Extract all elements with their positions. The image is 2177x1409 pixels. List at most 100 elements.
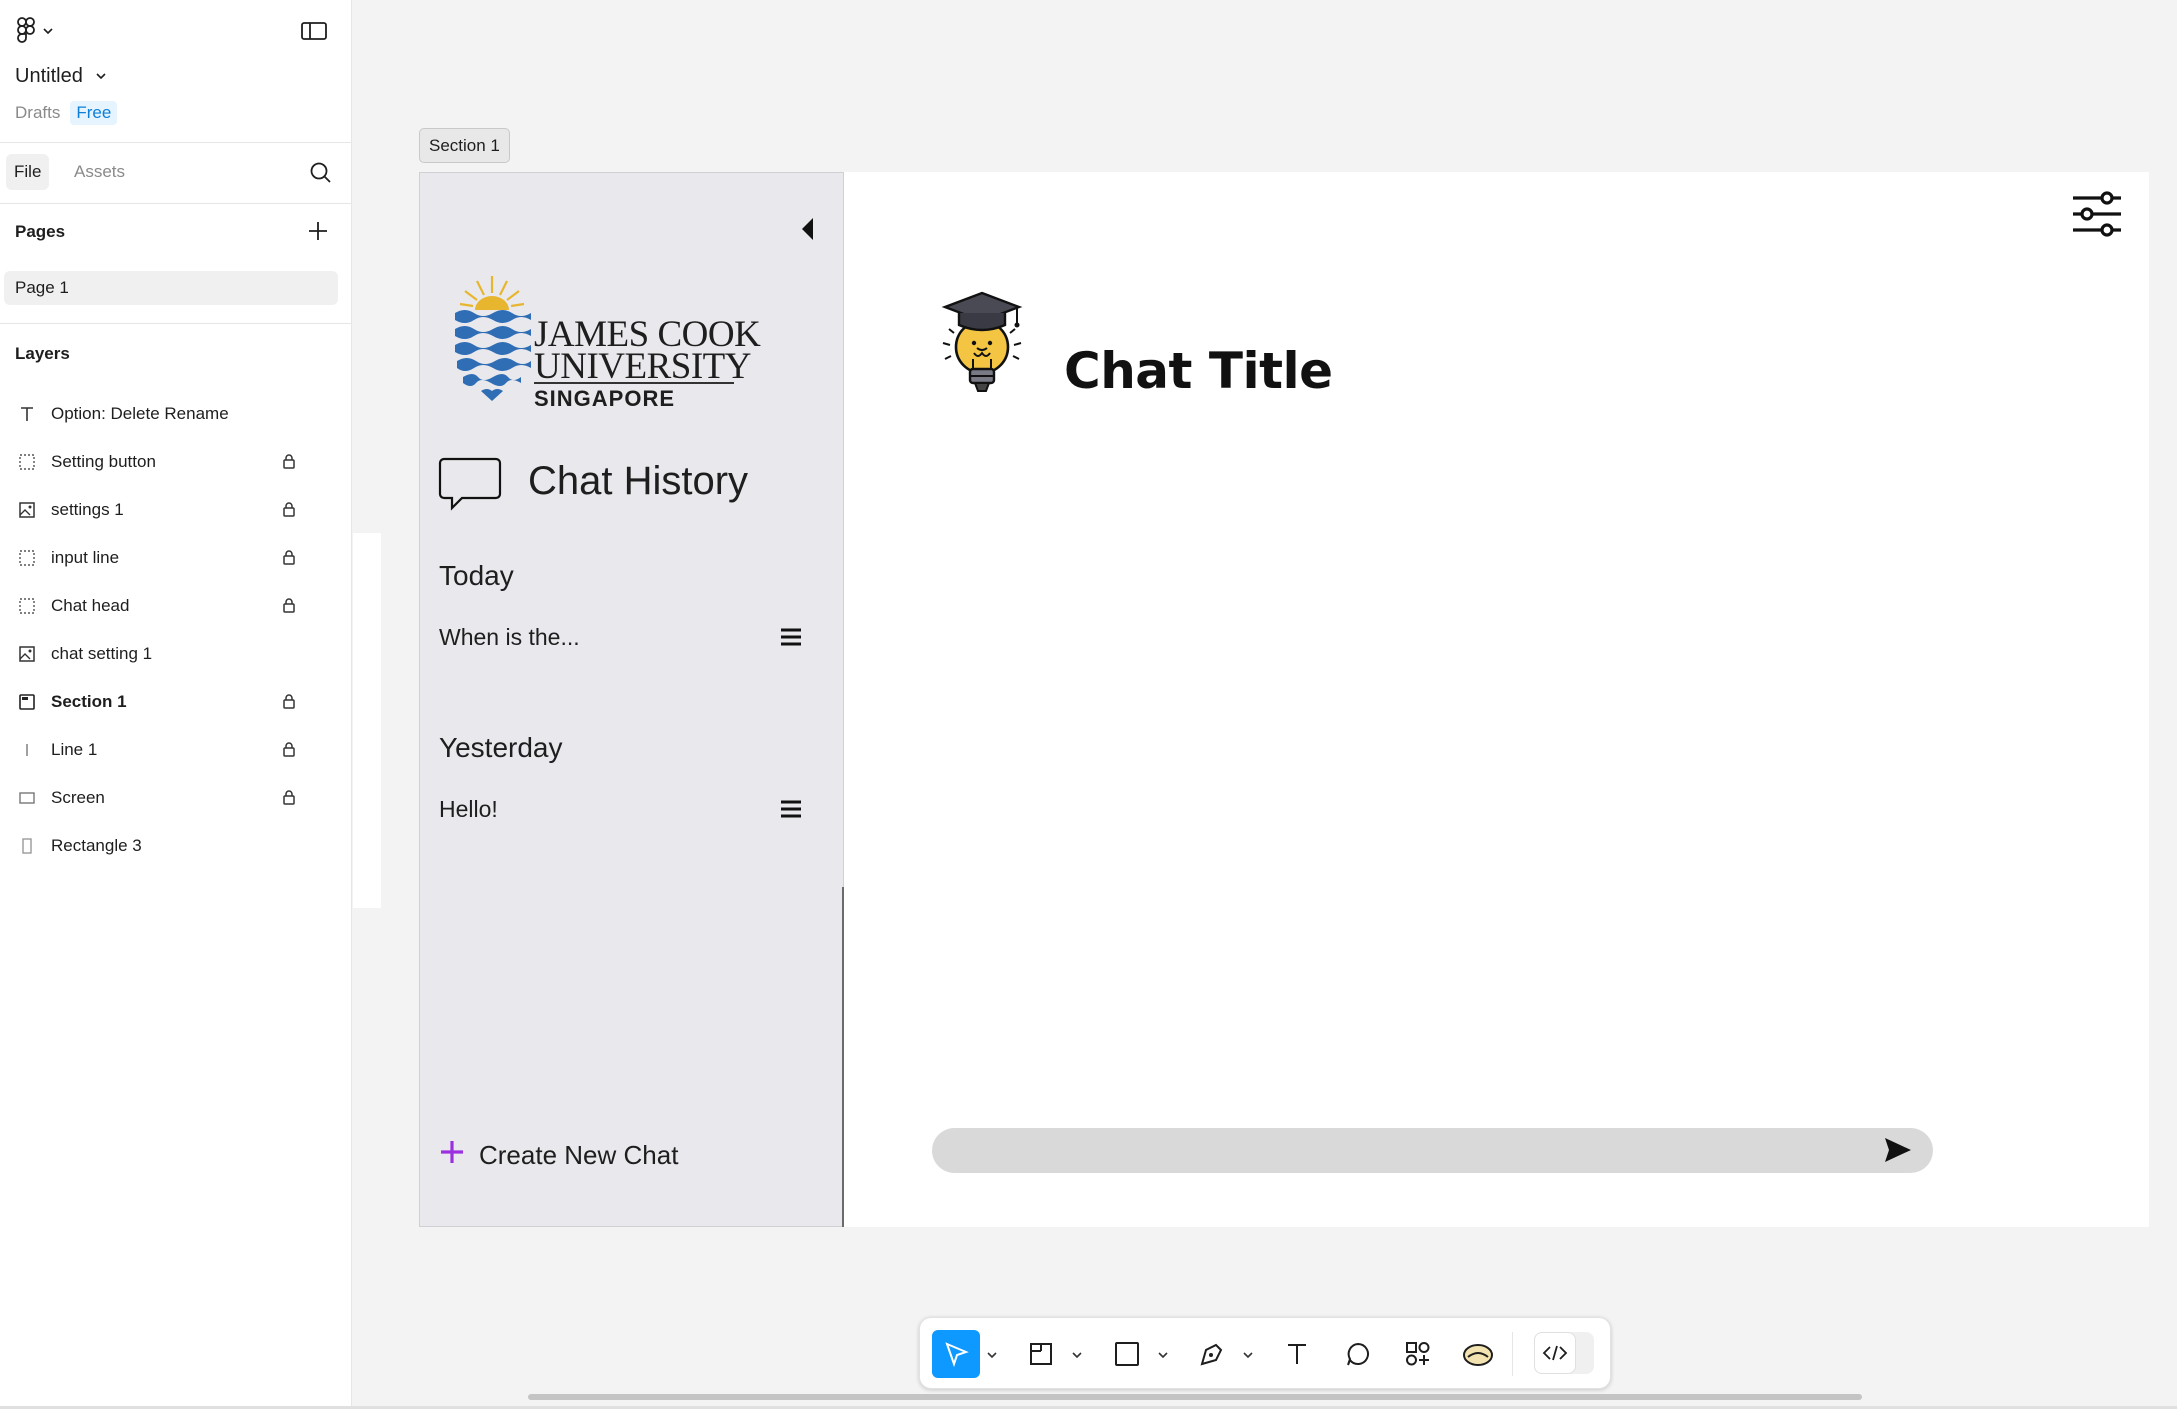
sidebar-toggle-icon[interactable] [300,20,328,47]
frame-layer-icon [18,597,36,615]
layer-name: input line [51,548,120,567]
chat-history-item-label: Hello! [439,795,498,822]
divider [0,203,352,204]
rectangle-tool[interactable] [1103,1330,1151,1378]
search-icon[interactable] [308,160,334,191]
layer-name: Option: Delete Rename [51,404,229,423]
sidebar-divider-line [842,887,844,1227]
chevron-down-icon[interactable] [1071,1348,1083,1366]
layers-panel: Untitled Drafts Free File Assets Pages P… [0,0,352,1409]
create-new-chat-label: Create New Chat [479,1140,679,1170]
logo-line: SINGAPORE [534,386,676,411]
layer-item[interactable]: input line [0,534,352,582]
layer-name: Chat head [51,596,130,615]
lock-icon[interactable] [282,693,296,714]
layer-name: settings 1 [51,500,124,519]
rectangle-layer-icon [18,837,36,855]
panel-tabs: File Assets [0,154,352,194]
divider [0,323,352,324]
create-new-chat-button[interactable]: Create New Chat [439,1139,678,1172]
logo-rule [534,382,734,384]
chat-title: Chat Title [1064,342,1333,400]
lock-icon[interactable] [282,501,296,522]
tab-file[interactable]: File [6,154,50,190]
layer-item[interactable]: Chat head [0,582,352,630]
tab-assets[interactable]: Assets [66,154,133,190]
drafts-link[interactable]: Drafts [15,103,60,123]
lock-icon[interactable] [282,597,296,618]
chat-history-item[interactable]: Hello! [439,789,829,829]
layer-name: Screen [51,788,105,807]
chat-sidebar: JAMES COOK UNIVERSITY SINGAPORE Chat His… [419,172,844,1227]
layer-name: chat setting 1 [51,644,153,663]
ai-tool[interactable] [1454,1330,1502,1378]
lock-icon[interactable] [282,549,296,570]
layer-item[interactable]: Rectangle 3 [0,822,352,870]
dev-mode-toggle[interactable] [1534,1332,1594,1374]
layer-item[interactable]: Option: Delete Rename [0,390,352,438]
layer-item[interactable]: chat setting 1 [0,630,352,678]
rectangle-layer-icon [18,789,36,807]
bottom-toolbar [919,1317,1611,1389]
chat-screen-frame[interactable]: JAMES COOK UNIVERSITY SINGAPORE Chat His… [419,172,2149,1227]
panel-topbar [0,0,352,60]
layer-item[interactable]: Section 1 [0,678,352,726]
layer-name: Rectangle 3 [51,836,142,855]
add-page-icon[interactable] [305,218,331,249]
message-input[interactable] [932,1128,1933,1173]
pen-tool[interactable] [1188,1330,1236,1378]
divider [0,142,352,143]
code-icon [1534,1332,1576,1374]
line-layer-icon [18,741,36,759]
graduate-lightbulb-icon [937,289,1027,400]
history-group-label: Today [439,560,514,591]
layer-name: Line 1 [51,740,98,759]
chevron-down-icon[interactable] [986,1348,998,1366]
chevron-down-icon[interactable] [1242,1348,1254,1366]
lock-icon[interactable] [282,789,296,810]
chevron-down-icon [95,65,107,88]
layer-name: Setting button [51,452,156,471]
file-location: Drafts Free [15,101,118,125]
toolbar-separator [1512,1332,1513,1376]
plan-badge[interactable]: Free [70,101,118,125]
frame-layer-icon [18,549,36,567]
layer-list: Option: Delete Rename Setting button set… [0,390,352,870]
section-layer-icon [18,693,36,711]
file-name-dropdown[interactable]: Untitled [15,65,107,88]
chat-options-menu-icon[interactable] [779,625,803,655]
chevron-down-icon[interactable] [1157,1348,1169,1366]
lock-icon[interactable] [282,453,296,474]
lock-icon[interactable] [282,741,296,762]
frame-tool[interactable] [1017,1330,1065,1378]
layer-item[interactable]: Screen [0,774,352,822]
layer-name: Section 1 [51,692,127,711]
text-layer-icon [18,405,36,423]
frame-layer-icon [18,453,36,471]
chat-history-title: Chat History [528,459,749,503]
chat-history-item[interactable]: When is the... [439,617,829,657]
main-menu-button[interactable] [16,16,54,49]
section-label[interactable]: Section 1 [419,128,510,163]
collapse-arrow-icon[interactable] [798,215,818,248]
layer-item[interactable]: Setting button [0,438,352,486]
image-layer-icon [18,645,36,663]
layers-header: Layers [15,344,70,363]
horizontal-scrollbar[interactable] [528,1394,1862,1400]
move-tool[interactable] [932,1330,980,1378]
canvas-object[interactable] [353,533,381,908]
actions-tool[interactable] [1394,1330,1442,1378]
comment-tool[interactable] [1334,1330,1382,1378]
plus-icon [439,1139,465,1172]
text-tool[interactable] [1273,1330,1321,1378]
settings-sliders-icon[interactable] [2071,190,2123,243]
page-item[interactable]: Page 1 [4,271,338,305]
chevron-down-icon [42,24,54,42]
chat-bubble-icon [438,456,502,517]
layer-item[interactable]: settings 1 [0,486,352,534]
chat-options-menu-icon[interactable] [779,797,803,827]
history-group-label: Yesterday [439,732,563,763]
layer-item[interactable]: Line 1 [0,726,352,774]
file-name: Untitled [15,65,83,87]
send-icon[interactable] [1883,1136,1913,1169]
